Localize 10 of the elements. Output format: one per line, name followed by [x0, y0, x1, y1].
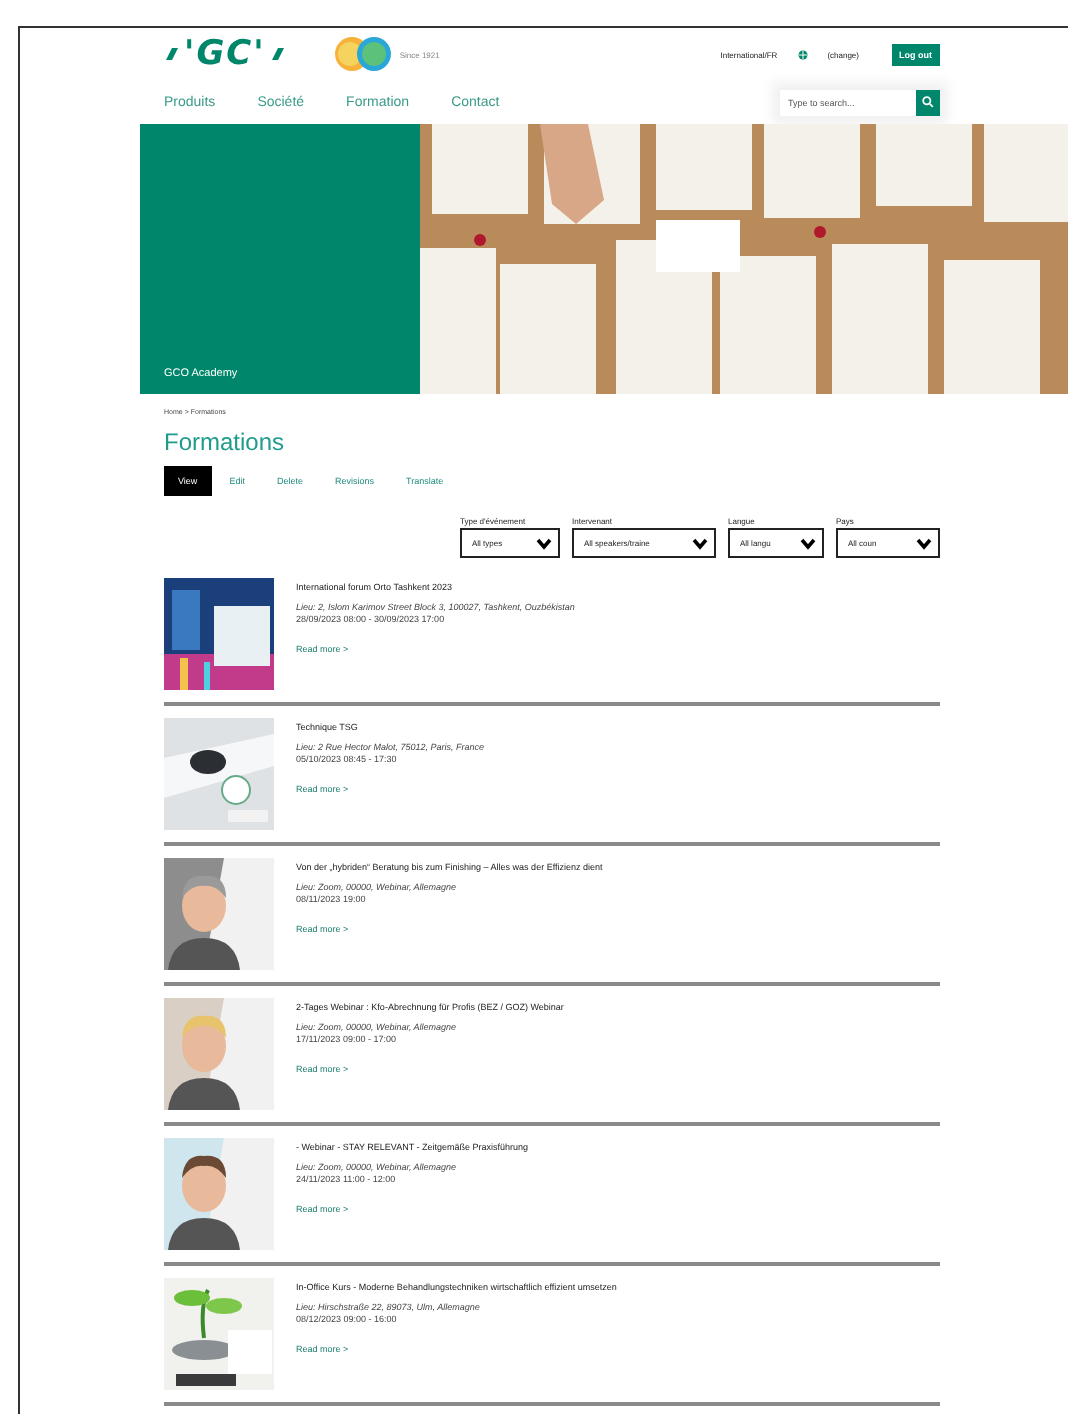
chevron-down-icon	[536, 537, 552, 549]
page-title: Formations	[164, 428, 287, 456]
chevron-down-icon	[916, 537, 932, 549]
chevron-down-icon	[692, 537, 708, 549]
anniversary-logo-icon	[333, 36, 394, 72]
logo[interactable]: 'GC'	[164, 34, 286, 74]
search-button[interactable]	[916, 89, 940, 115]
chevron-down-icon	[800, 537, 816, 549]
globe-icon	[797, 49, 808, 59]
search-icon	[922, 96, 934, 108]
